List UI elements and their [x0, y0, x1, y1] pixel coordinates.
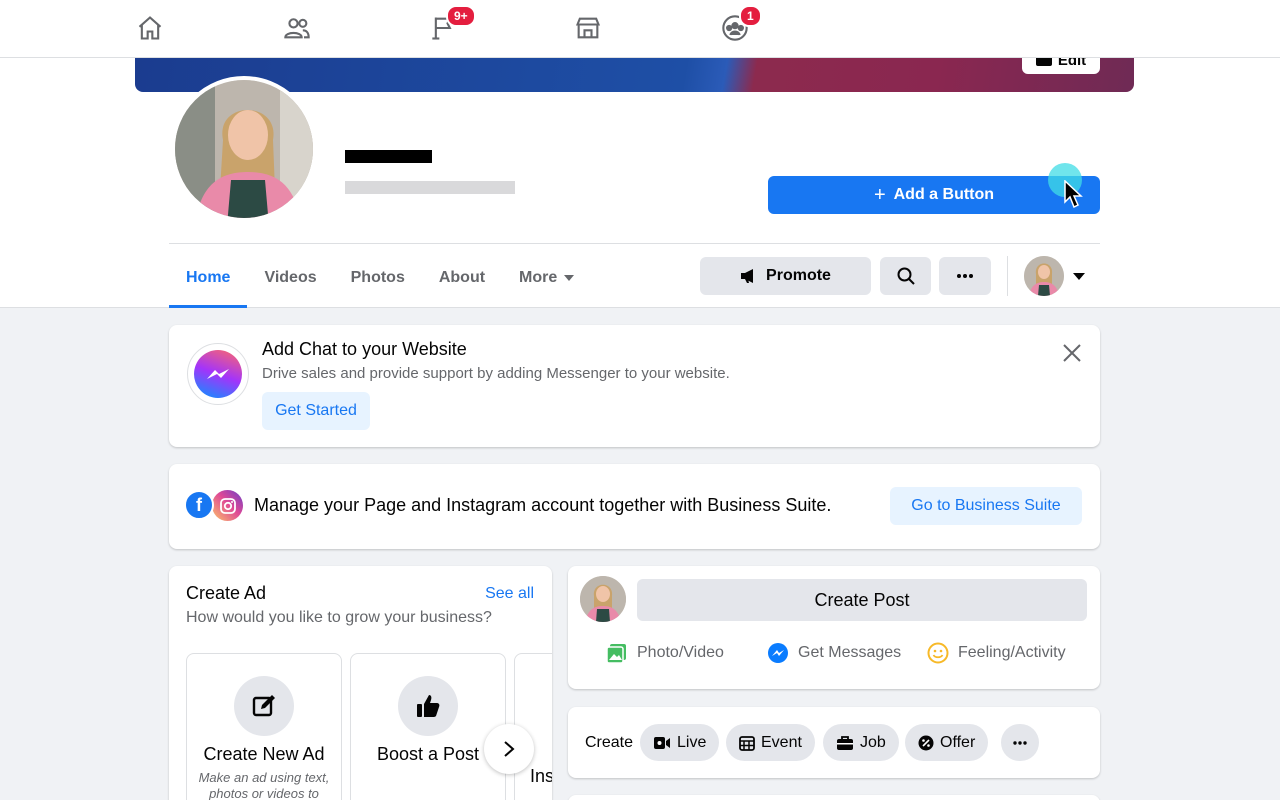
- add-chat-card: Add Chat to your Website Drive sales and…: [169, 325, 1100, 447]
- account-avatar[interactable]: [1024, 256, 1064, 296]
- tab-videos[interactable]: Videos: [247, 248, 333, 308]
- tile-description: Make an ad using text, photos or videos …: [198, 770, 330, 800]
- boost-a-post-tile[interactable]: Boost a Post: [350, 653, 506, 800]
- video-camera-icon: [654, 736, 670, 749]
- header-divider: [169, 243, 1100, 244]
- create-options-card: Create Live Event Job Offer: [568, 707, 1100, 778]
- thumbs-up-icon: [398, 676, 458, 736]
- store-icon[interactable]: [572, 12, 604, 44]
- briefcase-icon: [837, 735, 853, 750]
- page-name-redacted: [345, 150, 432, 163]
- offer-tag-icon: [918, 735, 934, 750]
- tab-photos[interactable]: Photos: [334, 248, 422, 308]
- promote-button[interactable]: Promote: [700, 257, 871, 295]
- chat-card-subtitle: Drive sales and provide support by addin…: [262, 365, 730, 382]
- profile-picture[interactable]: [171, 76, 317, 222]
- megaphone-icon: [741, 269, 754, 283]
- job-button[interactable]: Job: [823, 724, 899, 761]
- tab-about[interactable]: About: [422, 248, 502, 308]
- account-menu-chevron-icon[interactable]: [1073, 273, 1085, 280]
- create-post-card: Create Post Photo/Video Get Messages Fee…: [568, 566, 1100, 689]
- vertical-separator: [1007, 256, 1008, 296]
- tab-home[interactable]: Home: [169, 248, 248, 308]
- groups-icon[interactable]: 1: [719, 5, 762, 44]
- notification-badge: 9+: [446, 5, 476, 27]
- create-ad-subtitle: How would you like to grow your business…: [186, 609, 492, 626]
- ellipsis-icon: [957, 274, 973, 278]
- search-button[interactable]: [880, 257, 931, 295]
- create-ad-card: Create Ad How would you like to grow you…: [169, 566, 552, 800]
- photo-icon: [606, 644, 626, 664]
- messenger-icon: [768, 643, 788, 663]
- add-button-label: Add a Button: [893, 186, 995, 203]
- plus-icon: +: [873, 184, 886, 206]
- page-tabs: Home Videos Photos About More: [169, 248, 591, 308]
- feeling-activity-button[interactable]: Feeling/Activity: [927, 642, 1066, 664]
- offer-button[interactable]: Offer: [905, 724, 989, 761]
- people-icon[interactable]: [281, 12, 313, 44]
- get-messages-button[interactable]: Get Messages: [767, 642, 901, 664]
- tile-label: Ins: [530, 766, 552, 786]
- tile-label: Create New Ad: [203, 744, 325, 764]
- create-new-ad-tile[interactable]: Create New Ad Make an ad using text, pho…: [186, 653, 342, 800]
- chevron-right-icon[interactable]: [484, 724, 534, 774]
- top-navigation: 9+ 1: [0, 0, 1280, 58]
- more-create-options-button[interactable]: [1001, 724, 1039, 761]
- edit-cover-label: Edit: [1057, 58, 1087, 69]
- photo-video-button[interactable]: Photo/Video: [606, 642, 724, 664]
- more-options-button[interactable]: [939, 257, 991, 295]
- create-ad-title: Create Ad: [186, 583, 267, 603]
- page-header: Edit + Add a Button Home Videos Photos A…: [0, 58, 1280, 308]
- close-icon[interactable]: [1062, 343, 1082, 363]
- see-all-link[interactable]: See all: [485, 585, 534, 603]
- edit-icon: [234, 676, 294, 736]
- business-suite-card: f Manage your Page and Instagram account…: [169, 464, 1100, 549]
- create-label: Create: [585, 734, 634, 751]
- avatar[interactable]: [580, 576, 626, 622]
- live-button[interactable]: Live: [640, 724, 720, 761]
- chat-card-title: Add Chat to your Website: [262, 339, 467, 359]
- flag-icon[interactable]: 9+: [428, 5, 476, 44]
- chevron-down-icon: [564, 275, 575, 281]
- ellipsis-icon: [1013, 740, 1027, 745]
- calendar-icon: [739, 735, 755, 751]
- page-category-redacted: [345, 181, 515, 194]
- search-icon: [897, 267, 915, 285]
- create-post-button[interactable]: Create Post: [637, 579, 1087, 621]
- facebook-icon: f: [184, 490, 214, 520]
- next-card-partial: [568, 795, 1100, 800]
- camera-icon: [1035, 58, 1052, 66]
- go-to-business-suite-button[interactable]: Go to Business Suite: [890, 487, 1082, 525]
- event-button[interactable]: Event: [726, 724, 815, 761]
- business-suite-text: Manage your Page and Instagram account t…: [254, 495, 832, 515]
- messenger-logo: [187, 343, 249, 405]
- home-icon[interactable]: [134, 12, 166, 44]
- edit-cover-button[interactable]: Edit: [1022, 58, 1100, 74]
- tab-more[interactable]: More: [502, 248, 591, 308]
- smiley-icon: [927, 642, 949, 664]
- instagram-icon: [212, 490, 243, 521]
- notification-badge: 1: [739, 5, 762, 27]
- get-started-button[interactable]: Get Started: [262, 392, 370, 430]
- cover-photo: Edit: [135, 58, 1134, 92]
- messenger-icon: [194, 350, 242, 398]
- tile-label: Boost a Post: [376, 744, 480, 764]
